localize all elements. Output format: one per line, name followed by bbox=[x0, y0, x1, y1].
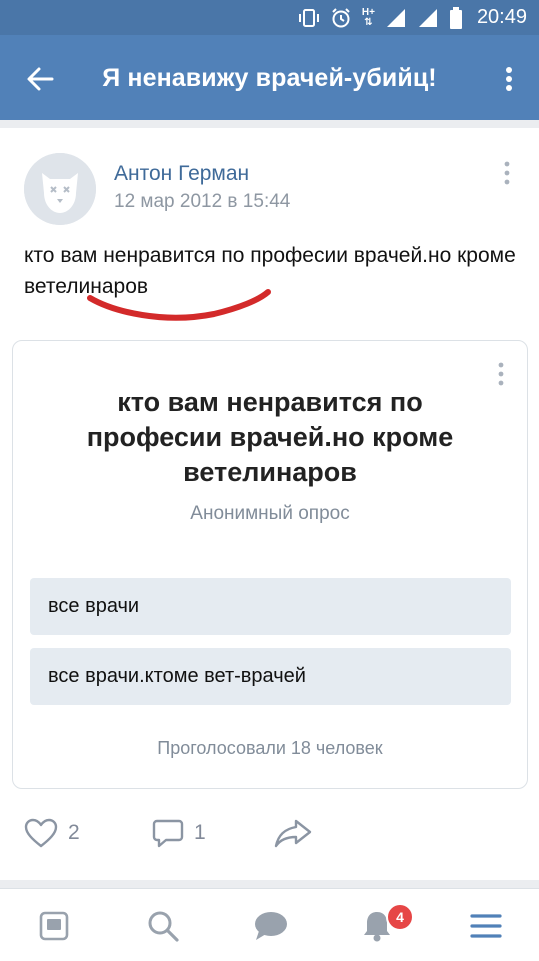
nav-messages[interactable] bbox=[251, 906, 291, 946]
comment-count: 1 bbox=[194, 821, 206, 844]
network-type-label: H+ bbox=[361, 6, 375, 18]
poll-card: кто вам ненравится по професии врачей.но… bbox=[12, 340, 528, 789]
search-icon bbox=[148, 911, 179, 942]
header-menu-button[interactable] bbox=[497, 63, 521, 95]
post-card: Антон Герман 12 мар 2012 в 15:44 кто вам… bbox=[0, 128, 539, 880]
signal-icon-2 bbox=[417, 7, 439, 29]
comment-icon bbox=[152, 819, 184, 848]
app-header: Я ненавижу врачей-убийц! bbox=[0, 35, 539, 120]
red-underline-scribble bbox=[87, 289, 271, 321]
post-menu-button[interactable] bbox=[499, 158, 515, 188]
poll-question: кто вам ненравится по професии врачей.но… bbox=[86, 387, 454, 487]
poll-option-label: все врачи.ктоме вет-врачей bbox=[48, 665, 306, 687]
h-plus-signal-icon: H+ ⇅ bbox=[361, 6, 375, 28]
poll-option[interactable]: все врачи.ктоме вет-врачей bbox=[30, 648, 511, 705]
poll-option[interactable]: все врачи bbox=[30, 578, 511, 635]
nav-news[interactable] bbox=[34, 906, 74, 946]
post-actions: 2 1 bbox=[0, 818, 539, 858]
news-icon bbox=[39, 911, 69, 941]
more-vertical-icon bbox=[504, 161, 510, 185]
notifications-badge: 4 bbox=[386, 903, 414, 931]
post-author[interactable]: Антон Герман bbox=[114, 162, 249, 186]
heart-icon bbox=[24, 818, 58, 848]
comment-button[interactable]: 1 bbox=[152, 818, 206, 848]
battery-icon bbox=[449, 6, 463, 29]
share-button[interactable] bbox=[274, 818, 312, 848]
hamburger-menu-icon bbox=[470, 914, 502, 938]
bottom-navigation bbox=[0, 888, 539, 961]
messages-icon bbox=[255, 912, 287, 940]
like-button[interactable]: 2 bbox=[24, 818, 80, 848]
poll-type: Анонимный опрос bbox=[190, 503, 350, 524]
deactivated-dog-avatar-icon bbox=[24, 153, 96, 225]
avatar[interactable] bbox=[24, 153, 96, 225]
clock: 20:49 bbox=[476, 6, 527, 28]
nav-search[interactable] bbox=[143, 906, 183, 946]
poll-votes[interactable]: Проголосовали 18 человек bbox=[13, 738, 527, 759]
nav-menu[interactable] bbox=[466, 906, 506, 946]
poll-menu-button[interactable] bbox=[493, 359, 509, 389]
signal-icon bbox=[385, 7, 407, 29]
share-icon bbox=[274, 819, 312, 848]
poll-option-label: все врачи bbox=[48, 595, 140, 617]
like-count: 2 bbox=[68, 821, 80, 844]
alarm-icon bbox=[330, 7, 352, 29]
vibrate-icon bbox=[298, 7, 320, 29]
more-vertical-icon bbox=[506, 67, 512, 91]
page-title: Я ненавижу врачей-убийц! bbox=[102, 64, 437, 92]
more-vertical-icon bbox=[498, 362, 504, 386]
post-date: 12 мар 2012 в 15:44 bbox=[114, 191, 291, 212]
status-bar: H+ ⇅ 20:49 bbox=[0, 0, 539, 35]
